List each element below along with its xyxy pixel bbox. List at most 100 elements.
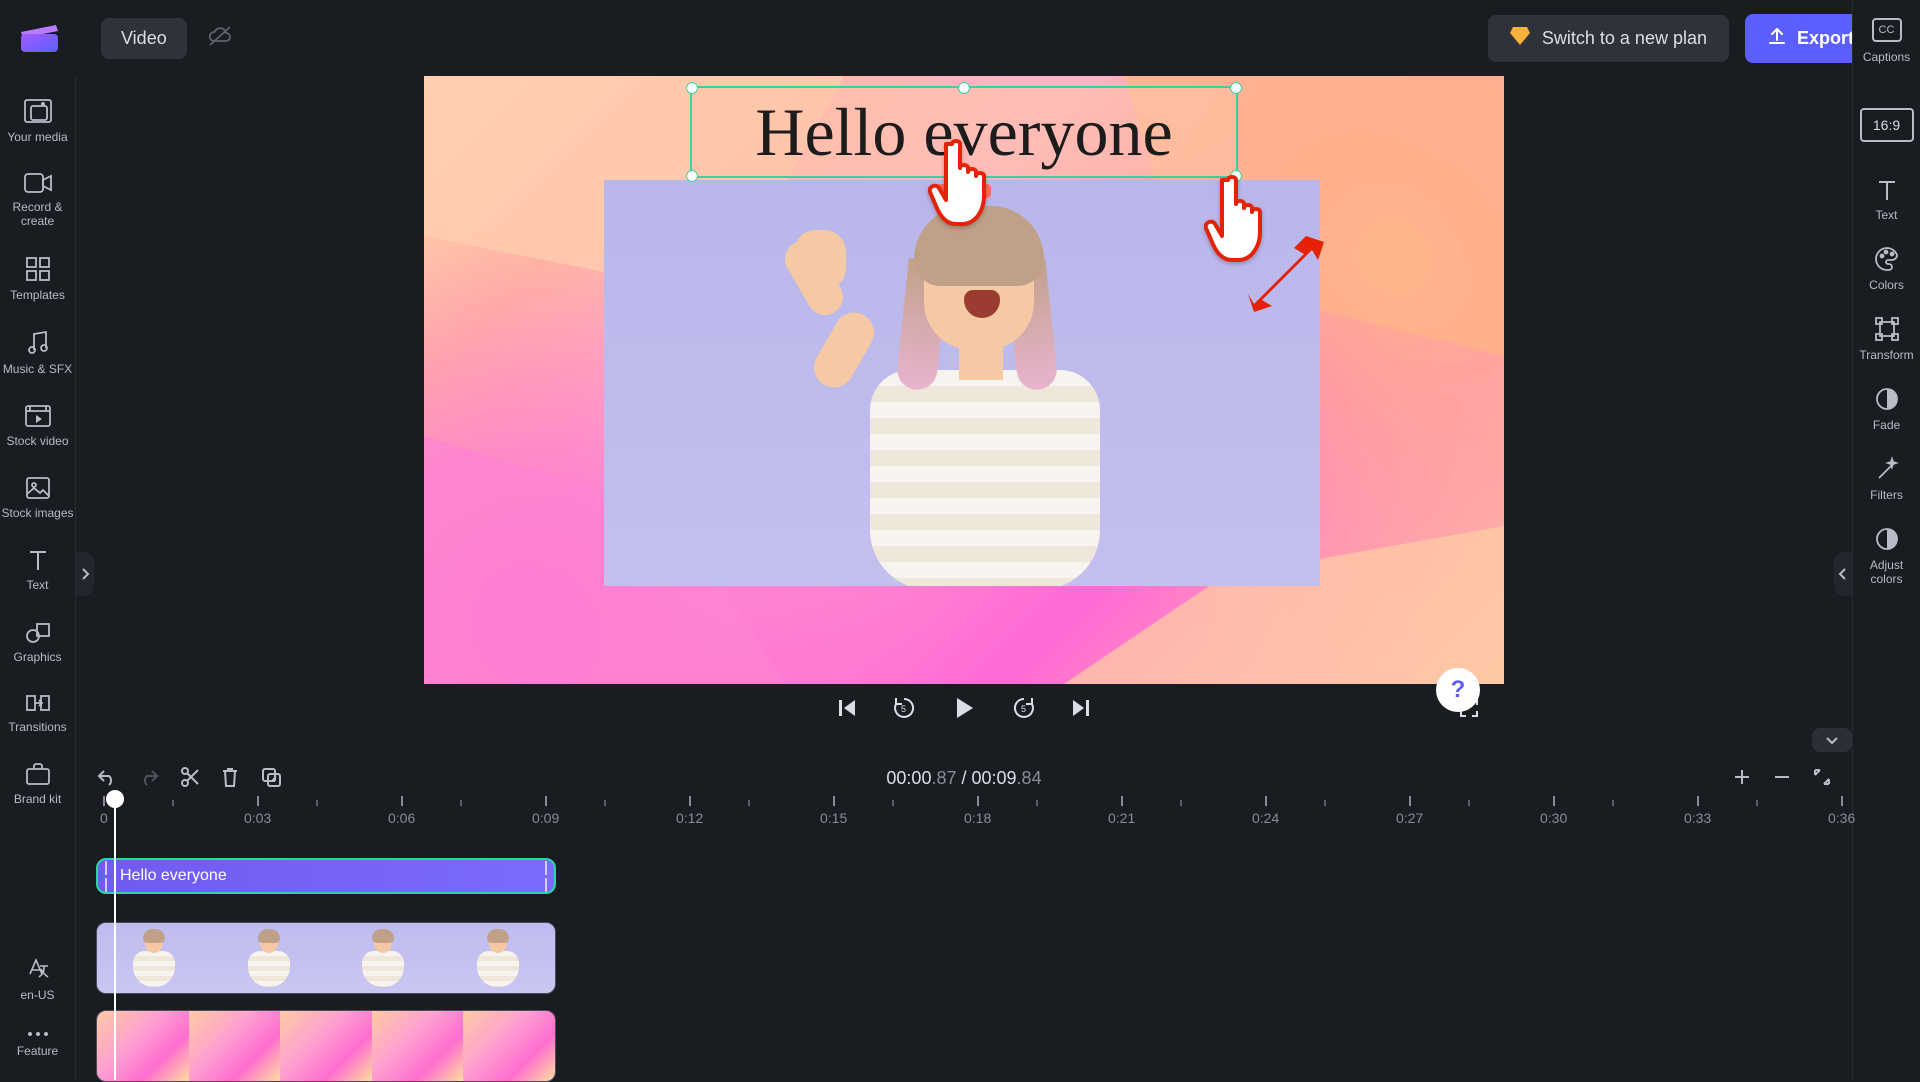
ruler-label: 0:06: [388, 796, 415, 832]
skip-end-button[interactable]: [1071, 697, 1093, 722]
music-icon: [26, 330, 50, 356]
cc-icon: CC: [1872, 18, 1902, 42]
sidebar-item-brand-kit[interactable]: Brand kit: [0, 750, 76, 822]
inspector-item-transform[interactable]: Transform: [1853, 298, 1920, 368]
forward-5s-button[interactable]: 5: [1011, 695, 1037, 724]
split-button[interactable]: [180, 766, 200, 791]
redo-icon: [138, 767, 160, 787]
time-total: 00:09: [972, 768, 1017, 788]
inspector-item-filters[interactable]: Filters: [1853, 438, 1920, 508]
svg-text:5: 5: [901, 704, 906, 714]
background-clip[interactable]: [96, 1010, 556, 1082]
track-video[interactable]: [76, 922, 1852, 994]
duplicate-button[interactable]: [260, 766, 282, 791]
app-logo-icon[interactable]: [18, 22, 61, 54]
help-button[interactable]: ?: [1436, 668, 1480, 712]
transform-icon: [1874, 316, 1900, 342]
timeline-toolbar: 00:00.87 / 00:09.84: [76, 760, 1852, 796]
ruler-minor-tick: [1612, 796, 1614, 832]
video-clip[interactable]: [96, 922, 556, 994]
sidebar-item-language[interactable]: en-US: [0, 944, 76, 1018]
play-icon: [951, 695, 977, 721]
skip-end-icon: [1071, 697, 1093, 719]
sidebar-item-record-create[interactable]: Record & create: [0, 160, 76, 244]
timeline-ruler[interactable]: 00:030:060:090:120:150:180:210:240:270:3…: [76, 796, 1852, 832]
zoom-fit-button[interactable]: [1812, 767, 1832, 790]
sidebar-item-your-media[interactable]: Your media: [0, 86, 76, 160]
question-icon: ?: [1451, 676, 1466, 704]
diamond-icon: [1510, 27, 1530, 50]
sidebar-item-templates[interactable]: Templates: [0, 244, 76, 318]
palette-icon: [1874, 246, 1900, 272]
text-icon: [27, 548, 49, 572]
track-text[interactable]: Hello everyone: [76, 858, 1852, 906]
resize-handle-tl[interactable]: [686, 82, 698, 94]
camera-icon: [23, 172, 53, 194]
forward-icon: 5: [1011, 695, 1037, 721]
sidebar-left: Your media Record & create Templates Mus…: [0, 76, 76, 1080]
preview-canvas[interactable]: Hello everyone: [424, 76, 1504, 684]
delete-button[interactable]: [220, 766, 240, 791]
clip-trim-right[interactable]: [538, 861, 554, 892]
clip-trim-left[interactable]: [98, 861, 114, 892]
duplicate-icon: [260, 766, 282, 788]
sidebar-label: Record & create: [0, 200, 76, 228]
stage: Hello everyone 5: [76, 76, 1852, 756]
clip-thumbnail: [372, 1011, 464, 1081]
track-background[interactable]: [76, 1010, 1852, 1082]
resize-handle-tm[interactable]: [958, 82, 970, 94]
ruler-minor-tick: [604, 796, 606, 832]
sidebar-item-more[interactable]: Feature: [0, 1018, 76, 1074]
inspector-item-captions[interactable]: CC Captions: [1863, 12, 1910, 80]
inspector-item-text[interactable]: Text: [1853, 160, 1920, 228]
video-icon: [24, 404, 52, 428]
project-name-label: Video: [121, 28, 167, 48]
shapes-icon: [25, 620, 51, 644]
sidebar-label: Music & SFX: [0, 362, 76, 376]
ruler-minor-tick: [748, 796, 750, 832]
back-5s-button[interactable]: 5: [891, 695, 917, 724]
switch-plan-label: Switch to a new plan: [1542, 28, 1707, 49]
image-icon: [25, 476, 51, 500]
ruler-label: 0:21: [1108, 796, 1135, 832]
sidebar-item-transitions[interactable]: Transitions: [0, 680, 76, 750]
ruler-label: 0:36: [1828, 796, 1855, 832]
play-button[interactable]: [951, 695, 977, 724]
clip-thumbnail: [212, 923, 327, 993]
wand-icon: [1875, 456, 1899, 482]
ruler-minor-tick: [1468, 796, 1470, 832]
project-name-button[interactable]: Video: [101, 18, 187, 59]
zoom-in-button[interactable]: [1732, 767, 1752, 790]
aspect-ratio-button[interactable]: 16:9: [1860, 108, 1914, 142]
text-clip[interactable]: Hello everyone: [96, 858, 556, 894]
sidebar-item-graphics[interactable]: Graphics: [0, 608, 76, 680]
inspector-item-colors[interactable]: Colors: [1853, 228, 1920, 298]
inspector-label: Text: [1853, 208, 1920, 222]
time-current: 00:00: [886, 768, 931, 788]
sidebar-item-stock-video[interactable]: Stock video: [0, 392, 76, 464]
more-icon: [26, 1030, 50, 1038]
sidebar-label: Your media: [0, 130, 76, 144]
switch-plan-button[interactable]: Switch to a new plan: [1488, 15, 1729, 62]
resize-handle-bl[interactable]: [686, 170, 698, 182]
zoom-out-button[interactable]: [1772, 767, 1792, 790]
sidebar-item-text[interactable]: Text: [0, 536, 76, 608]
aspect-ratio-value: 16:9: [1873, 117, 1900, 133]
undo-button[interactable]: [96, 766, 118, 791]
undo-icon: [96, 767, 118, 787]
clip-thumbnail: [280, 1011, 372, 1081]
inspector-label: Captions: [1863, 50, 1910, 64]
skip-start-button[interactable]: [835, 697, 857, 722]
inspector-item-adjust-colors[interactable]: Adjust colors: [1853, 508, 1920, 592]
sidebar-item-music-sfx[interactable]: Music & SFX: [0, 318, 76, 392]
topbar: Video Switch to a new plan Export: [0, 0, 1920, 76]
playhead-handle[interactable]: [106, 790, 124, 808]
ruler-minor-tick: [316, 796, 318, 832]
inspector-item-fade[interactable]: Fade: [1853, 368, 1920, 438]
timeline-tracks: Hello everyone: [76, 858, 1852, 1080]
sidebar-item-stock-images[interactable]: Stock images: [0, 464, 76, 536]
inspector-label: Filters: [1853, 488, 1920, 502]
resize-handle-tr[interactable]: [1230, 82, 1242, 94]
inspector-label: Fade: [1853, 418, 1920, 432]
sidebar-label: Brand kit: [0, 792, 76, 806]
